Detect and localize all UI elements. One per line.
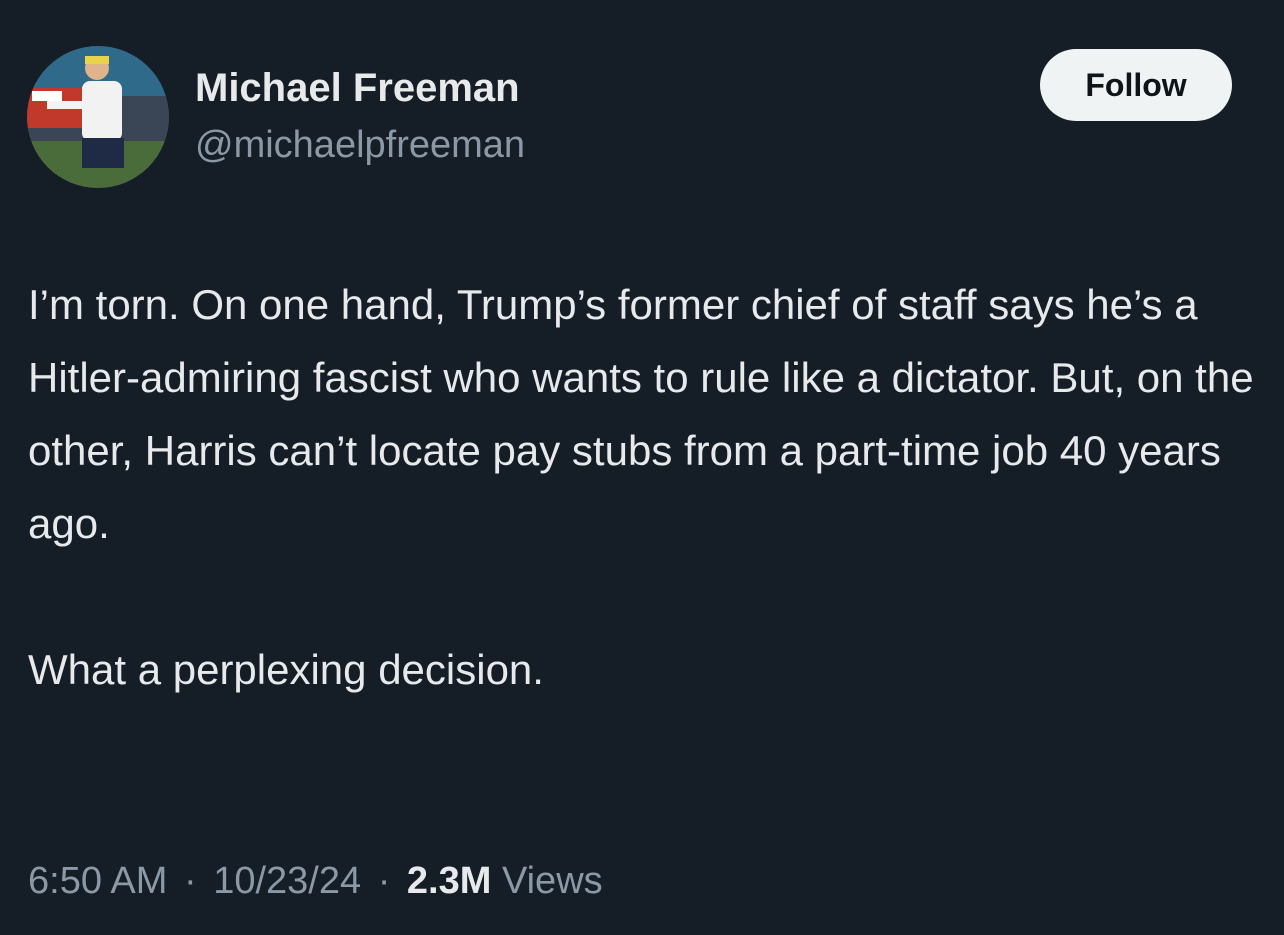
avatar-image bbox=[27, 46, 169, 188]
avatar[interactable] bbox=[27, 46, 169, 188]
author-handle[interactable]: @michaelpfreeman bbox=[195, 122, 525, 168]
views-label: Views bbox=[501, 860, 603, 902]
tweet-paragraph: I’m torn. On one hand, Trump’s former ch… bbox=[28, 281, 1254, 547]
tweet-time[interactable]: 6:50 AM bbox=[28, 860, 167, 902]
separator: · bbox=[183, 860, 197, 902]
tweet-date[interactable]: 10/23/24 bbox=[213, 860, 361, 902]
tweet-meta: 6:50 AM · 10/23/24 · 2.3M Views bbox=[28, 856, 603, 906]
separator: · bbox=[377, 860, 391, 902]
views-count[interactable]: 2.3M bbox=[407, 860, 491, 902]
tweet-paragraph: What a perplexing decision. bbox=[28, 646, 544, 693]
tweet-card: Michael Freeman @michaelpfreeman Follow … bbox=[0, 0, 1284, 935]
follow-button[interactable]: Follow bbox=[1040, 49, 1232, 121]
author-name[interactable]: Michael Freeman bbox=[195, 64, 520, 112]
tweet-text: I’m torn. On one hand, Trump’s former ch… bbox=[28, 268, 1258, 706]
